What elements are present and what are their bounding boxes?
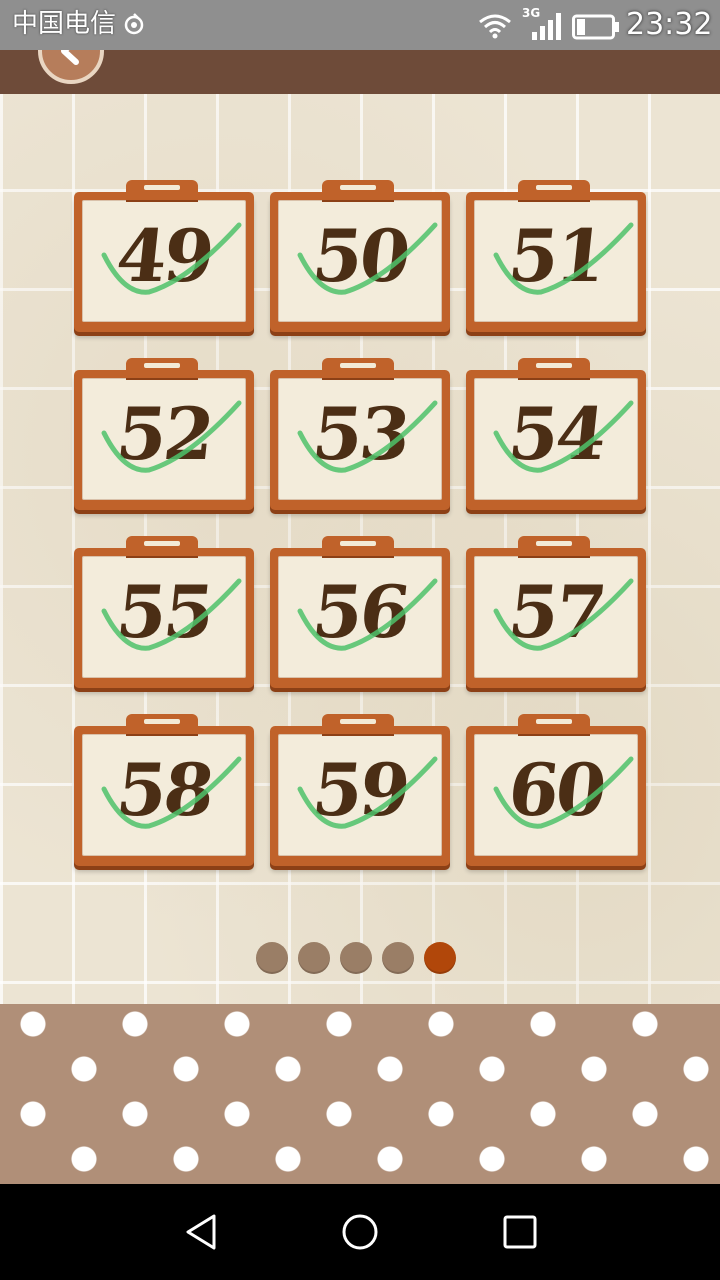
card-clip — [322, 358, 394, 378]
card-frame: 58 — [74, 726, 254, 866]
nav-recents-icon[interactable] — [500, 1212, 540, 1252]
card-inner: 49 — [82, 200, 246, 322]
status-bar: 中国电信 3G 23:32 — [0, 0, 720, 50]
page-indicator — [256, 942, 456, 974]
card-frame: 52 — [74, 370, 254, 510]
page-dot-2[interactable] — [298, 942, 330, 974]
card-inner: 53 — [278, 378, 442, 500]
card-frame: 60 — [466, 726, 646, 866]
puzzle-card[interactable]: 52 — [74, 358, 254, 510]
card-frame: 57 — [466, 548, 646, 688]
puzzle-number: 50 — [308, 213, 412, 298]
card-inner: 58 — [82, 734, 246, 856]
decorative-footer — [0, 1004, 720, 1184]
puzzle-card[interactable]: 53 — [270, 358, 450, 510]
puzzle-number: 49 — [112, 213, 216, 298]
page-dot-4[interactable] — [382, 942, 414, 974]
wifi-icon — [479, 14, 511, 39]
puzzle-card[interactable]: 57 — [466, 536, 646, 688]
nav-back-icon[interactable] — [182, 1212, 222, 1252]
puzzle-card[interactable]: 54 — [466, 358, 646, 510]
card-inner: 60 — [474, 734, 638, 856]
card-inner: 51 — [474, 200, 638, 322]
clock: 23:32 — [626, 7, 713, 42]
puzzle-number: 54 — [504, 391, 608, 476]
card-clip — [518, 180, 590, 200]
page-dot-5-active[interactable] — [424, 942, 456, 974]
card-inner: 59 — [278, 734, 442, 856]
card-frame: 53 — [270, 370, 450, 510]
puzzle-number: 56 — [308, 569, 412, 654]
puzzle-number: 51 — [504, 213, 608, 298]
puzzle-number: 55 — [112, 569, 216, 654]
puzzle-number: 60 — [504, 747, 608, 832]
navigation-bar — [0, 1184, 720, 1280]
nav-home-icon[interactable] — [340, 1212, 380, 1252]
card-clip — [126, 180, 198, 200]
card-frame: 51 — [466, 192, 646, 332]
card-inner: 50 — [278, 200, 442, 322]
card-frame: 56 — [270, 548, 450, 688]
card-clip — [322, 180, 394, 200]
puzzle-number: 53 — [308, 391, 412, 476]
carrier-signal-icon — [124, 13, 144, 35]
puzzle-number: 57 — [504, 569, 608, 654]
card-clip — [126, 358, 198, 378]
card-clip — [518, 358, 590, 378]
card-inner: 54 — [474, 378, 638, 500]
puzzle-board: 49 50 51 52 53 54 55 56 57 58 59 60 — [0, 94, 720, 1004]
puzzle-card[interactable]: 49 — [74, 180, 254, 332]
puzzle-grid: 49 50 51 52 53 54 55 56 57 58 59 60 — [74, 180, 646, 866]
page-dot-1[interactable] — [256, 942, 288, 974]
card-clip — [126, 536, 198, 556]
card-clip — [518, 714, 590, 734]
card-frame: 59 — [270, 726, 450, 866]
puzzle-number: 52 — [112, 391, 216, 476]
puzzle-card[interactable]: 51 — [466, 180, 646, 332]
card-clip — [518, 536, 590, 556]
signal-strength-icon — [532, 13, 561, 40]
puzzle-card[interactable]: 56 — [270, 536, 450, 688]
card-clip — [322, 714, 394, 734]
puzzle-card[interactable]: 55 — [74, 536, 254, 688]
header-scallop-edge — [0, 84, 720, 98]
card-inner: 52 — [82, 378, 246, 500]
card-frame: 49 — [74, 192, 254, 332]
card-frame: 54 — [466, 370, 646, 510]
carrier-name: 中国电信 — [12, 9, 117, 39]
card-clip — [126, 714, 198, 734]
card-inner: 57 — [474, 556, 638, 678]
puzzle-number: 59 — [308, 747, 412, 832]
battery-icon — [572, 14, 619, 40]
puzzle-card[interactable]: 60 — [466, 714, 646, 866]
puzzle-card[interactable]: 50 — [270, 180, 450, 332]
puzzle-card[interactable]: 58 — [74, 714, 254, 866]
card-inner: 55 — [82, 556, 246, 678]
puzzle-number: 58 — [112, 747, 216, 832]
page-dot-3[interactable] — [340, 942, 372, 974]
card-frame: 50 — [270, 192, 450, 332]
card-frame: 55 — [74, 548, 254, 688]
puzzle-card[interactable]: 59 — [270, 714, 450, 866]
card-clip — [322, 536, 394, 556]
card-inner: 56 — [278, 556, 442, 678]
